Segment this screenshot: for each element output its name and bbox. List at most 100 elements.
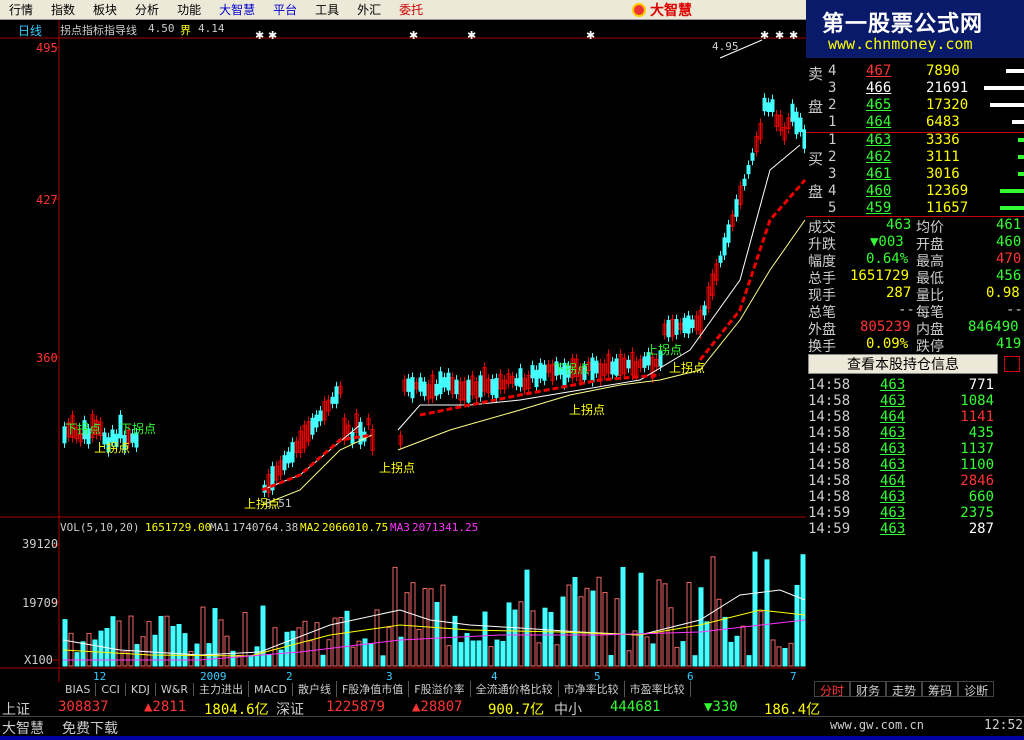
bid-row[interactable]: 5 459 11657 bbox=[806, 200, 1024, 217]
volume-bar bbox=[620, 566, 626, 667]
candle-body bbox=[762, 97, 767, 112]
menu-sector[interactable]: 板块 bbox=[84, 1, 126, 18]
indicator-tab[interactable]: 全流通价格比较 bbox=[471, 681, 559, 697]
stat-value: 287 bbox=[886, 285, 912, 301]
volume-bar bbox=[338, 616, 344, 667]
volume-bar bbox=[182, 633, 188, 667]
ask-row[interactable]: 4 467 7890 bbox=[806, 63, 1024, 80]
tick-row[interactable]: 14:58 463 1137 bbox=[808, 441, 1018, 457]
menu-forex[interactable]: 外汇 bbox=[348, 1, 390, 18]
volume-bar bbox=[98, 630, 104, 667]
volume-bar bbox=[560, 596, 566, 667]
position-toggle[interactable] bbox=[1004, 356, 1020, 372]
tick-row[interactable]: 14:58 463 435 bbox=[808, 425, 1018, 441]
right-tab[interactable]: 财务 bbox=[850, 681, 887, 698]
candle-body bbox=[642, 356, 647, 368]
candle-body bbox=[286, 451, 291, 464]
indicator-tab[interactable]: 市盈率比较 bbox=[625, 681, 691, 697]
footer-brand[interactable]: 大智慧 bbox=[2, 718, 44, 738]
right-tab[interactable]: 分时 bbox=[814, 681, 851, 698]
ask-price: 465 bbox=[866, 97, 892, 113]
bid-price: 462 bbox=[866, 149, 892, 165]
tick-row[interactable]: 14:58 464 1141 bbox=[808, 409, 1018, 425]
candle-body bbox=[314, 414, 319, 428]
tick-row[interactable]: 14:58 463 771 bbox=[808, 377, 1018, 393]
volume-bar bbox=[554, 644, 560, 667]
menu-tools[interactable]: 工具 bbox=[306, 1, 348, 18]
tick-price: 463 bbox=[880, 489, 906, 505]
menu-index[interactable]: 指数 bbox=[42, 1, 84, 18]
kline-chart[interactable]: ✱ ✱ ✱ ✱ ✱ ✱ ✱ ✱ bbox=[0, 20, 807, 682]
volume-bar bbox=[632, 630, 638, 667]
menu-analysis[interactable]: 分析 bbox=[126, 1, 168, 18]
tick-price: 463 bbox=[880, 505, 906, 521]
chart-area[interactable]: ✱ ✱ ✱ ✱ ✱ ✱ ✱ ✱ 日线 拐点指标指导线 4.50 界 4.14 495 427 … bbox=[0, 20, 807, 683]
volume-bar bbox=[320, 654, 326, 667]
volume-bar bbox=[728, 641, 734, 667]
view-position-button[interactable]: 查看本股持仓信息 bbox=[808, 354, 998, 374]
indicator-tab[interactable]: F股净值市值 bbox=[337, 681, 410, 697]
candle-body bbox=[682, 317, 687, 334]
stat-value: 805239 bbox=[860, 319, 911, 335]
candle-body bbox=[410, 377, 415, 399]
vol-axis-unit: X100 bbox=[24, 653, 53, 667]
menu-function[interactable]: 功能 bbox=[168, 1, 210, 18]
footer-url[interactable]: www.gw.com.cn bbox=[830, 718, 924, 732]
ask-row[interactable]: 3 466 21691 bbox=[806, 80, 1024, 97]
candle-body bbox=[290, 442, 295, 463]
tick-row[interactable]: 14:59 463 287 bbox=[808, 521, 1018, 537]
bid-row[interactable]: 1 463 3336 bbox=[806, 132, 1024, 149]
bid-level: 4 bbox=[828, 183, 837, 199]
volume-bar bbox=[770, 639, 776, 667]
ma2-value: 2066010.75 bbox=[322, 521, 389, 534]
volume-bar bbox=[668, 607, 674, 667]
indicator-tab[interactable]: W&R bbox=[156, 682, 194, 696]
ask-level: 4 bbox=[828, 63, 837, 79]
indicator-tab[interactable]: BIAS bbox=[60, 682, 97, 696]
menu-dzh[interactable]: 大智慧 bbox=[210, 1, 264, 18]
signal-star: ✱ bbox=[467, 29, 476, 42]
logo-icon bbox=[632, 3, 646, 17]
ask-row[interactable]: 1 464 6483 bbox=[806, 114, 1024, 131]
footer-download[interactable]: 免费下载 bbox=[62, 718, 118, 738]
stat-label: 跌停 bbox=[916, 339, 944, 355]
tick-row[interactable]: 14:58 463 1084 bbox=[808, 393, 1018, 409]
indicator-tab[interactable]: F股溢价率 bbox=[409, 681, 471, 697]
bid-row[interactable]: 2 462 3111 bbox=[806, 149, 1024, 166]
indicator-tab[interactable]: MACD bbox=[249, 682, 293, 696]
menu-quotes[interactable]: 行情 bbox=[0, 1, 42, 18]
ask-level: 2 bbox=[828, 97, 837, 113]
tick-row[interactable]: 14:58 463 660 bbox=[808, 489, 1018, 505]
tick-row[interactable]: 14:58 463 1100 bbox=[808, 457, 1018, 473]
bid-row[interactable]: 4 460 12369 bbox=[806, 183, 1024, 200]
tick-row[interactable]: 14:58 464 2846 bbox=[808, 473, 1018, 489]
bid-row[interactable]: 3 461 3016 bbox=[806, 166, 1024, 183]
candle-body bbox=[282, 455, 287, 471]
stat-value: 456 bbox=[996, 268, 1022, 284]
volume-bar bbox=[362, 638, 368, 667]
period-label[interactable]: 日线 bbox=[18, 22, 42, 39]
ask-row[interactable]: 2 465 17320 bbox=[806, 97, 1024, 114]
indicator-tab[interactable]: 主力进出 bbox=[194, 681, 249, 697]
right-tab[interactable]: 走势 bbox=[886, 681, 923, 698]
right-tab[interactable]: 筹码 bbox=[922, 681, 959, 698]
indicator-tab[interactable]: KDJ bbox=[126, 682, 156, 696]
bid-level: 2 bbox=[828, 149, 837, 165]
candle-body bbox=[538, 362, 543, 379]
bid-price: 463 bbox=[866, 132, 892, 148]
menu-trade[interactable]: 委托 bbox=[390, 1, 432, 18]
indicator-tab[interactable]: 散户线 bbox=[293, 681, 337, 697]
indicator-tab[interactable]: 市净率比较 bbox=[559, 681, 625, 697]
volume-bar bbox=[278, 649, 284, 667]
volume-bar bbox=[392, 566, 398, 667]
sz-change: ▲28807 bbox=[412, 699, 463, 715]
indicator-tab[interactable]: CCI bbox=[96, 682, 126, 696]
tick-row[interactable]: 14:59 463 2375 bbox=[808, 505, 1018, 521]
candle-body bbox=[594, 360, 599, 374]
tick-time: 14:58 bbox=[808, 377, 851, 393]
volume-bar bbox=[266, 654, 272, 667]
menu-platform[interactable]: 平台 bbox=[264, 1, 306, 18]
candle-body bbox=[610, 361, 615, 375]
ma3-label: MA3 bbox=[390, 521, 410, 534]
right-tab[interactable]: 诊断 bbox=[958, 681, 995, 698]
